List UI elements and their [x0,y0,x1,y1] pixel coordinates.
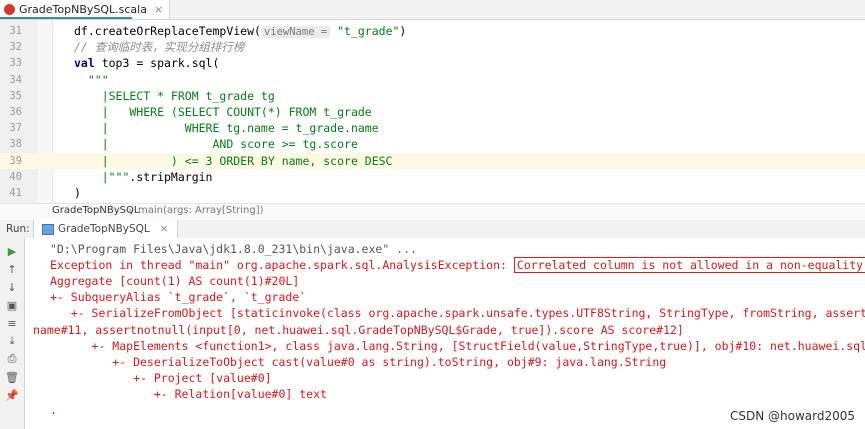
code-text: |""".stripMargin [74,169,213,185]
breadcrumb-method[interactable]: main(args: Array[String]) [138,205,264,216]
console-line: Exception in thread "main" org.apache.sp… [50,257,865,274]
line-number: 41 [9,187,22,199]
code-line[interactable]: 35 |SELECT * FROM t_grade tg [0,88,865,104]
camera-icon[interactable]: ▣ [5,298,19,312]
close-icon[interactable]: × [154,3,163,16]
clear-icon[interactable]: 🗑 [5,370,19,384]
code-token: | WHERE tg.name = t_grade.name [74,121,379,136]
line-number: 31 [9,25,22,37]
line-number: 37 [9,122,22,135]
line-number: 33 [9,57,22,70]
line-number: 32 [9,41,22,54]
run-toolbar: ▶ ↑ ↓ ▣ ≡ ⤓ ⎙ 🗑 📌 [0,238,25,429]
breadcrumb-separator: › [128,205,132,216]
code-line[interactable]: 37 | WHERE tg.name = t_grade.name [0,120,865,136]
parameter-hint: viewName = [260,26,331,38]
console-line: name#11, assertnotnull(input[0, net.huaw… [33,322,684,337]
code-text: df.createOrReplaceTempView(viewName = "t… [74,23,406,40]
code-line[interactable]: 38 | AND score >= tg.score [0,136,865,152]
code-token: ) [74,186,81,200]
code-text: | WHERE tg.name = t_grade.name [74,120,379,136]
console-line: . [50,403,57,417]
scroll-to-end-icon[interactable]: ⤓ [5,334,19,348]
code-line[interactable]: 36 | WHERE (SELECT COUNT(*) FROM t_grade [0,104,865,120]
console-line: +- DeserializeToObject cast(value#0 as s… [50,354,667,369]
run-label: Run: [6,223,30,235]
highlighted-error-message: Correlated column is not allowed in a no… [513,257,865,274]
console-line: +- SerializeFromObject [staticinvoke(cla… [70,306,865,321]
close-icon[interactable]: × [160,223,169,235]
code-text: | AND score >= tg.score [74,136,358,152]
code-text: | ) <= 3 ORDER BY name, score DESC [74,153,393,169]
code-token: |""" [74,169,130,184]
code-text: |SELECT * FROM t_grade tg [74,88,275,104]
console-line: +- SubqueryAlias `t_grade`, `t_grade` [50,290,307,305]
print-icon[interactable]: ⎙ [5,352,19,366]
code-line[interactable]: 31 df.createOrReplaceTempView(viewName = … [0,23,865,39]
rerun-icon[interactable]: ▶ [5,244,19,258]
code-token: | WHERE (SELECT COUNT(*) FROM t_grade [74,105,372,119]
editor-tab-bar: GradeTopNBySQL.scala × [0,0,865,20]
code-text: val top3 = spark.sql( [74,55,219,71]
code-text: // 查询临时表，实现分组排行榜 [74,39,244,55]
run-config-tab[interactable]: GradeTopNBySQL × [33,220,178,238]
run-tool-window-header: Run: GradeTopNBySQL × [0,219,865,239]
line-number: 34 [9,73,22,86]
run-config-tab-label: GradeTopNBySQL [58,223,150,235]
code-token: | ) <= 3 ORDER BY name, score DESC [74,153,393,168]
pin-icon[interactable]: 📌 [5,388,19,402]
code-text: """ [74,72,109,88]
scroll-down-icon[interactable]: ↓ [5,280,19,294]
code-token: |SELECT * FROM t_grade tg [74,88,275,103]
console-line: "D:\Program Files\Java\jdk1.8.0_231\bin\… [50,242,417,256]
code-token: createOrReplaceTempView( [94,24,261,38]
scala-file-icon [4,4,15,15]
code-line[interactable]: 41) [0,185,865,201]
code-token: .stripMargin [129,169,213,184]
breadcrumb-bar: GradeTopNBySQL › main(args: Array[String… [0,203,865,220]
console-line: +- MapElements <function1>, class java.l… [91,338,865,353]
code-token: """ [74,72,109,87]
breadcrumb-object[interactable]: GradeTopNBySQL [52,205,139,216]
code-token: df. [74,24,95,38]
line-number: 36 [9,106,22,118]
code-line[interactable]: 32 // 查询临时表，实现分组排行榜 [0,39,865,55]
code-line[interactable]: 39 | ) <= 3 ORDER BY name, score DESC [0,152,865,169]
code-token: | AND score >= tg.score [74,137,358,152]
run-config-icon [42,223,54,235]
file-tab-label: GradeTopNBySQL.scala [19,3,147,16]
code-line[interactable]: 33 val top3 = spark.sql( [0,55,865,71]
exception-prefix: Exception in thread "main" org.apache.sp… [50,258,514,273]
console-line: +- Relation[value#0] text [50,386,327,401]
active-tab-indicator [0,17,132,19]
code-text: ) [74,185,81,201]
code-token: top3 = spark.sql( [101,56,220,71]
code-token: ) [399,24,407,38]
code-editor[interactable]: 31 df.createOrReplaceTempView(viewName = … [0,20,865,219]
code-text: | WHERE (SELECT COUNT(*) FROM t_grade [74,104,372,120]
console-line: Aggregate [count(1) AS count(1)#20L] [50,274,300,289]
line-number: 38 [9,138,22,151]
console-line: +- Project [value#0] [50,370,272,385]
line-number: 40 [9,170,22,183]
code-token: val [74,56,102,71]
line-number: 35 [9,89,22,102]
line-number: 39 [9,154,22,167]
code-line[interactable]: 40 |""".stripMargin [0,169,865,185]
code-line[interactable]: 34 """ [0,72,865,88]
code-token: // 查询临时表，实现分组排行榜 [74,40,245,55]
code-token: "t_grade" [337,24,400,38]
csdn-watermark: CSDN @howard2005 [729,409,855,423]
scroll-up-icon[interactable]: ↑ [5,262,19,276]
soft-wrap-icon[interactable]: ≡ [5,316,19,330]
console-output[interactable]: "D:\Program Files\Java\jdk1.8.0_231\bin\… [25,238,865,429]
